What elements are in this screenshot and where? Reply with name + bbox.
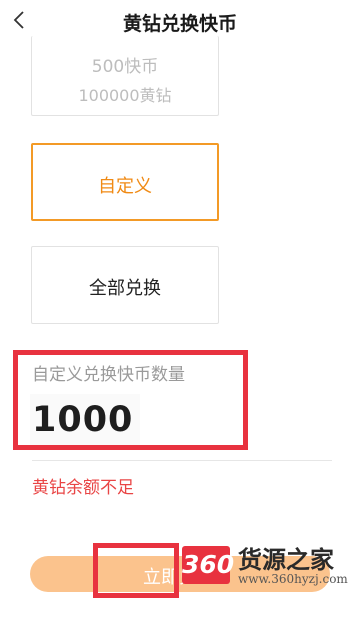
watermark: 360 货源之家 www.360hyzj.com [182,540,360,590]
input-divider [32,460,332,461]
option-all-label: 全部兑换 [89,278,161,299]
option-coins-label: 500快币 [91,57,159,77]
option-500-coins[interactable]: 500快币 100000黄钻 [31,36,219,116]
option-exchange-all[interactable]: 全部兑换 [31,246,219,324]
annotation-highlight-submit [93,543,179,598]
page-title: 黄钻兑换快币 [122,13,237,35]
option-custom[interactable]: 自定义 [31,143,219,221]
watermark-name: 货源之家 [238,546,334,574]
option-cost-label: 100000黄钻 [78,86,172,105]
annotation-highlight-amount [13,350,248,450]
watermark-logo: 360 [182,546,234,584]
watermark-url: www.360hyzj.com [238,572,348,586]
option-custom-label: 自定义 [98,176,152,197]
balance-error-message: 黄钻余额不足 [32,478,134,498]
